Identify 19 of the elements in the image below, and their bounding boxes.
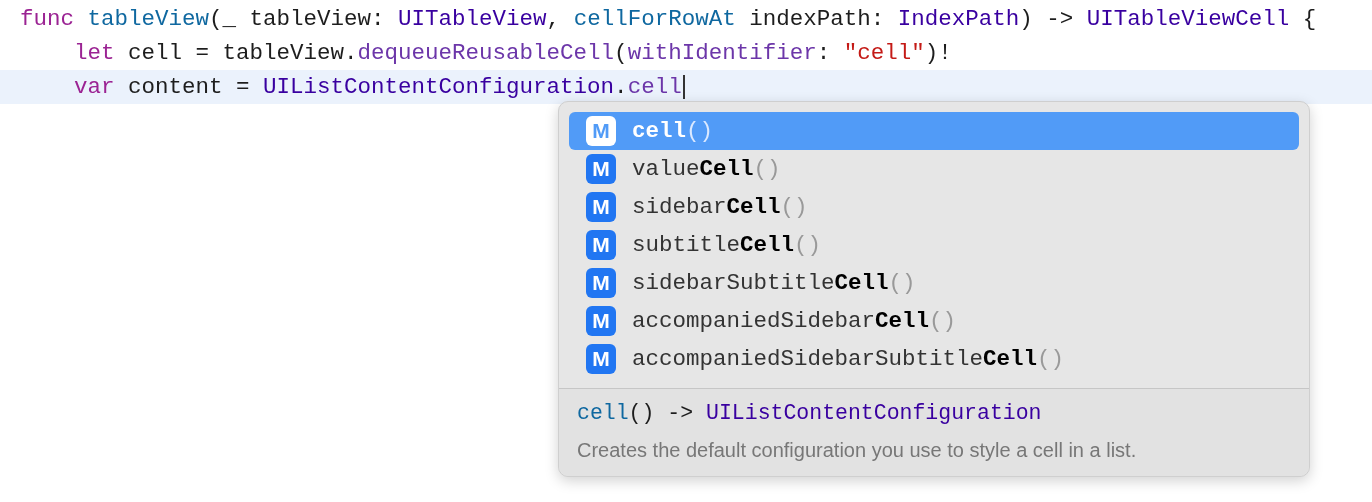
completion-item[interactable]: M sidebarCell() — [569, 188, 1299, 226]
completion-item[interactable]: M sidebarSubtitleCell() — [569, 264, 1299, 302]
completion-item[interactable]: M subtitleCell() — [569, 226, 1299, 264]
code-text: var content = UIListContentConfiguration.cell — [74, 74, 682, 100]
description: Creates the default configuration you use to style a cell in a list. — [577, 439, 1138, 462]
completion-item[interactable]: M valueCell() — [569, 150, 1299, 188]
method-icon: M — [586, 230, 616, 260]
completion-item[interactable]: M accompaniedSidebarCell() — [569, 302, 1299, 340]
method-icon: M — [586, 192, 616, 222]
method-icon: M — [586, 306, 616, 336]
method-icon: M — [586, 154, 616, 184]
method-icon: M — [586, 344, 616, 374]
method-icon: M — [586, 268, 616, 298]
completion-item[interactable]: M accompaniedSidebarSubtitleCell() — [569, 340, 1299, 378]
signature: cell() -> UIListContentConfiguration — [577, 401, 1043, 425]
method-icon: M — [586, 116, 616, 146]
code-text: func tableView(_ tableView: UITableView, cellForRowAt indexPath: IndexPath) -> UITableViewCell { — [20, 6, 1317, 32]
code-text: let cell = tableView.dequeueReusableCell(withIdentifier: "cell")! — [74, 40, 952, 66]
text-cursor — [682, 75, 685, 99]
